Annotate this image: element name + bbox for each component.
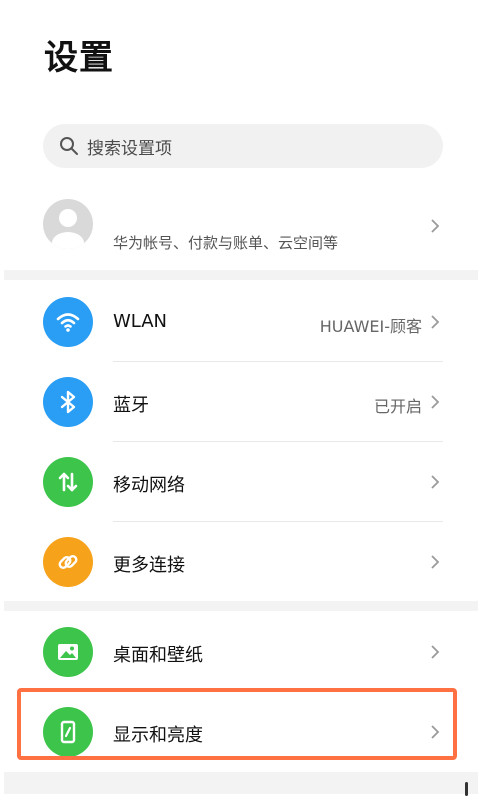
settings-item-label: 桌面和壁纸 xyxy=(113,645,203,666)
chevron-right-icon xyxy=(431,555,440,569)
section-divider xyxy=(4,772,478,794)
chevron-right-icon xyxy=(431,645,440,659)
list-divider xyxy=(113,521,443,522)
chevron-right-icon xyxy=(431,475,440,489)
page-title: 设置 xyxy=(44,38,114,78)
settings-item-value: 已开启 xyxy=(373,397,422,416)
avatar xyxy=(43,199,93,249)
list-divider xyxy=(113,441,443,442)
account-subtitle: 华为帐号、付款与账单、云空间等 xyxy=(113,234,339,252)
list-divider xyxy=(113,361,443,362)
link-icon xyxy=(43,537,93,587)
bluetooth-icon xyxy=(43,377,93,427)
settings-item-value: HUAWEI-顾客 xyxy=(319,317,422,336)
mobile-data-icon xyxy=(43,457,93,507)
chevron-right-icon xyxy=(431,315,440,329)
section-divider xyxy=(4,601,478,611)
settings-item-label: WLAN xyxy=(113,311,168,332)
settings-item-label: 移动网络 xyxy=(113,475,185,496)
section-divider xyxy=(4,270,478,280)
image-icon xyxy=(43,627,93,677)
search-bar[interactable]: 搜索设置项 xyxy=(43,124,443,168)
search-placeholder: 搜索设置项 xyxy=(87,138,172,159)
settings-item-label: 更多连接 xyxy=(113,555,185,576)
chevron-right-icon xyxy=(431,219,440,233)
search-icon xyxy=(59,136,79,156)
highlight-box xyxy=(17,688,457,760)
chevron-right-icon xyxy=(431,395,440,409)
wifi-icon xyxy=(43,297,93,347)
settings-item-label: 蓝牙 xyxy=(113,395,149,416)
